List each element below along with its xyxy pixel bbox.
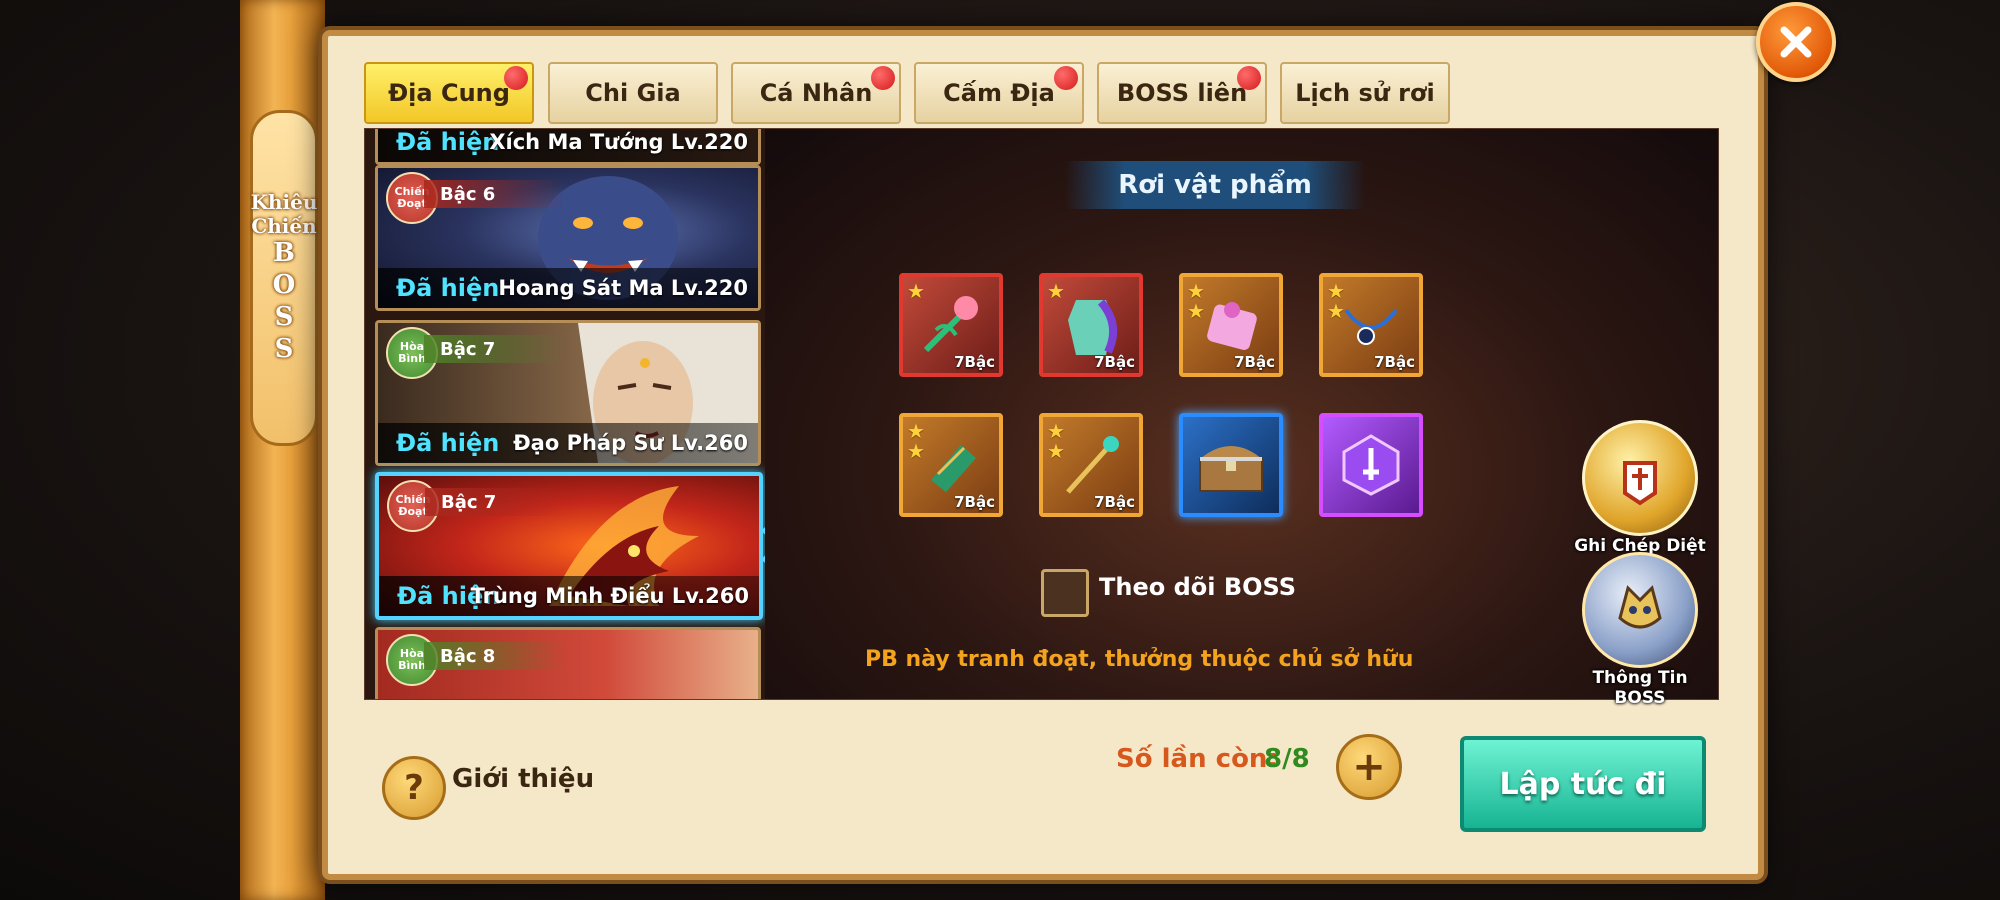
boss-info-label: Thông Tin BOSS [1592, 668, 1688, 708]
item-grade: 7Bậc [954, 493, 995, 511]
scroll-icon [1207, 302, 1257, 350]
tab-lich-su-roi[interactable]: Lịch sử rơi [1280, 62, 1450, 124]
boss-status: Đã hiện [396, 274, 500, 302]
item-grade: 7Bậc [1234, 353, 1275, 371]
notification-dot [871, 66, 895, 90]
boss-info-button[interactable]: Thông Tin BOSS [1570, 552, 1710, 708]
item-grade: 7Bậc [954, 353, 995, 371]
item-grade: 7Bậc [1094, 493, 1135, 511]
boss-name: Đạo Pháp Sư Lv.260 [513, 431, 748, 455]
help-label[interactable]: Giới thiệu [452, 764, 594, 794]
boss-status: Đã hiện [396, 129, 500, 156]
boss-card-selected[interactable]: Chiến Đoạt Bậc 7 Đã hiện Trùng Minh Điểu… [375, 472, 763, 620]
rank-ribbon: Bậc 7 [424, 335, 564, 363]
item-grade: 7Bậc [1374, 353, 1415, 371]
kill-record-button[interactable]: Ghi Chép Diệt [1570, 420, 1710, 556]
remaining-attempts-value: 8/8 [1264, 744, 1310, 774]
content-area: Đã hiện Xích Ma Tướng Lv.220 Chiến Đoạt … [364, 128, 1719, 700]
star-icon: ★ [1047, 279, 1065, 303]
notification-dot [1054, 66, 1078, 90]
lotus-staff-icon [923, 296, 978, 353]
item-grade: 7Bậc [1094, 353, 1135, 371]
boss-card[interactable]: Đã hiện Xích Ma Tướng Lv.220 [375, 129, 761, 165]
close-button[interactable] [1756, 2, 1836, 82]
boss-name: Hoang Sát Ma Lv.220 [498, 276, 748, 300]
drop-item-scroll[interactable]: ★ ★ 7Bậc [1179, 273, 1283, 377]
tab-label: Địa Cung [388, 79, 510, 107]
boss-name: Trùng Minh Điểu Lv.260 [470, 584, 749, 608]
tab-chi-gia[interactable]: Chi Gia [548, 62, 718, 124]
armor-icon [1068, 299, 1118, 355]
tab-boss-lien[interactable]: BOSS liên [1097, 62, 1267, 124]
ownership-note: PB này tranh đoạt, thưởng thuộc chủ sở h… [865, 647, 1414, 672]
star-icon: ★ [907, 279, 925, 303]
boss-card[interactable]: Hòa Bình Bậc 7 Đã hiện Đạo Pháp Sư Lv.26… [375, 320, 761, 466]
tab-ca-nhan[interactable]: Cá Nhân [731, 62, 901, 124]
follow-boss-checkbox[interactable] [1041, 569, 1089, 617]
bracer-icon [931, 445, 976, 492]
drop-item-armor[interactable]: ★ 7Bậc [1039, 273, 1143, 377]
necklace-icon [1344, 308, 1398, 345]
plus-icon: + [1352, 744, 1386, 790]
tab-label: Cá Nhân [759, 79, 873, 107]
side-title-line3: BOSS [269, 238, 299, 366]
help-button[interactable]: ? [382, 756, 446, 820]
tab-dia-cung[interactable]: Địa Cung [364, 62, 534, 124]
notification-dot [504, 66, 528, 90]
rank-ribbon: Bậc 6 [424, 180, 564, 208]
star-icon: ★ [1047, 439, 1065, 463]
star-icon: ★ [907, 439, 925, 463]
drop-item-treasure-chest[interactable] [1179, 413, 1283, 517]
drop-item-necklace[interactable]: ★ ★ 7Bậc [1319, 273, 1423, 377]
star-icon: ★ [1187, 299, 1205, 323]
purple-gem-icon [1342, 434, 1400, 496]
tab-label: Cấm Địa [943, 79, 1055, 107]
drop-item-lotus-staff[interactable]: ★ 7Bậc [899, 273, 1003, 377]
side-title-plate: Khiêu Chiến BOSS [250, 110, 318, 446]
kill-record-icon [1582, 420, 1698, 536]
remaining-attempts-label: Số lần còn: [1116, 744, 1278, 774]
drop-title: Rơi vật phẩm [1065, 161, 1365, 209]
drop-item-purple-gem[interactable] [1319, 413, 1423, 517]
go-now-button[interactable]: Lập tức đi [1460, 736, 1706, 832]
drop-item-scepter[interactable]: ★ ★ 7Bậc [1039, 413, 1143, 517]
boss-status: Đã hiện [396, 429, 500, 457]
rank-ribbon: Bậc 7 [425, 488, 565, 516]
star-icon: ★ [1327, 299, 1345, 323]
boss-card[interactable]: Chiến Đoạt Bậc 6 Đã hiện Hoang Sát Ma Lv… [375, 165, 761, 311]
boss-info-icon [1582, 552, 1698, 668]
treasure-chest-icon [1199, 446, 1263, 492]
notification-dot [1237, 66, 1261, 90]
rank-ribbon: Bậc 8 [424, 642, 564, 670]
side-title-line1: Khiêu [250, 190, 318, 214]
close-icon [1780, 26, 1812, 58]
add-attempts-button[interactable]: + [1336, 734, 1402, 800]
question-icon: ? [404, 768, 424, 808]
scepter-icon [1066, 436, 1119, 494]
drop-item-bracer[interactable]: ★ ★ 7Bậc [899, 413, 1003, 517]
follow-boss-label: Theo dõi BOSS [1099, 573, 1297, 601]
boss-list[interactable]: Đã hiện Xích Ma Tướng Lv.220 Chiến Đoạt … [365, 129, 765, 699]
tab-cam-dia[interactable]: Cấm Địa [914, 62, 1084, 124]
boss-card[interactable]: Hòa Bình Bậc 8 [375, 627, 761, 699]
tab-label: Chi Gia [585, 79, 681, 107]
side-title-line2: Chiến [251, 214, 317, 238]
tab-label: Lịch sử rơi [1295, 79, 1435, 107]
boss-name: Xích Ma Tướng Lv.220 [489, 130, 748, 154]
tab-label: BOSS liên [1116, 79, 1248, 107]
